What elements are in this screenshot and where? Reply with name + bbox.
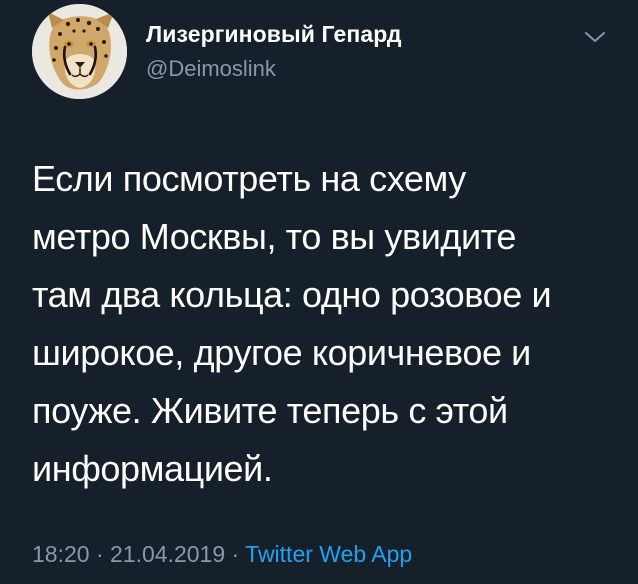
avatar[interactable]: [32, 4, 127, 99]
tweet-time[interactable]: 18:20: [32, 541, 90, 567]
tweet: Лизергиновый Гепард @Deimoslink Если пос…: [0, 0, 638, 584]
tweet-source-link[interactable]: Twitter Web App: [245, 541, 412, 567]
meta-separator: ·: [89, 541, 111, 567]
tweet-text: Если посмотреть на схему метро Москвы, т…: [32, 158, 552, 489]
chevron-down-icon[interactable]: [582, 28, 608, 46]
tweet-meta: 18:20 · 21.04.2019 · Twitter Web App: [32, 541, 412, 568]
meta-separator: ·: [225, 541, 246, 567]
display-name[interactable]: Лизергиновый Гепард: [146, 21, 402, 48]
tweet-date[interactable]: 21.04.2019: [110, 541, 225, 567]
cheetah-avatar-icon: [32, 4, 127, 99]
user-handle[interactable]: @Deimoslink: [146, 56, 276, 82]
